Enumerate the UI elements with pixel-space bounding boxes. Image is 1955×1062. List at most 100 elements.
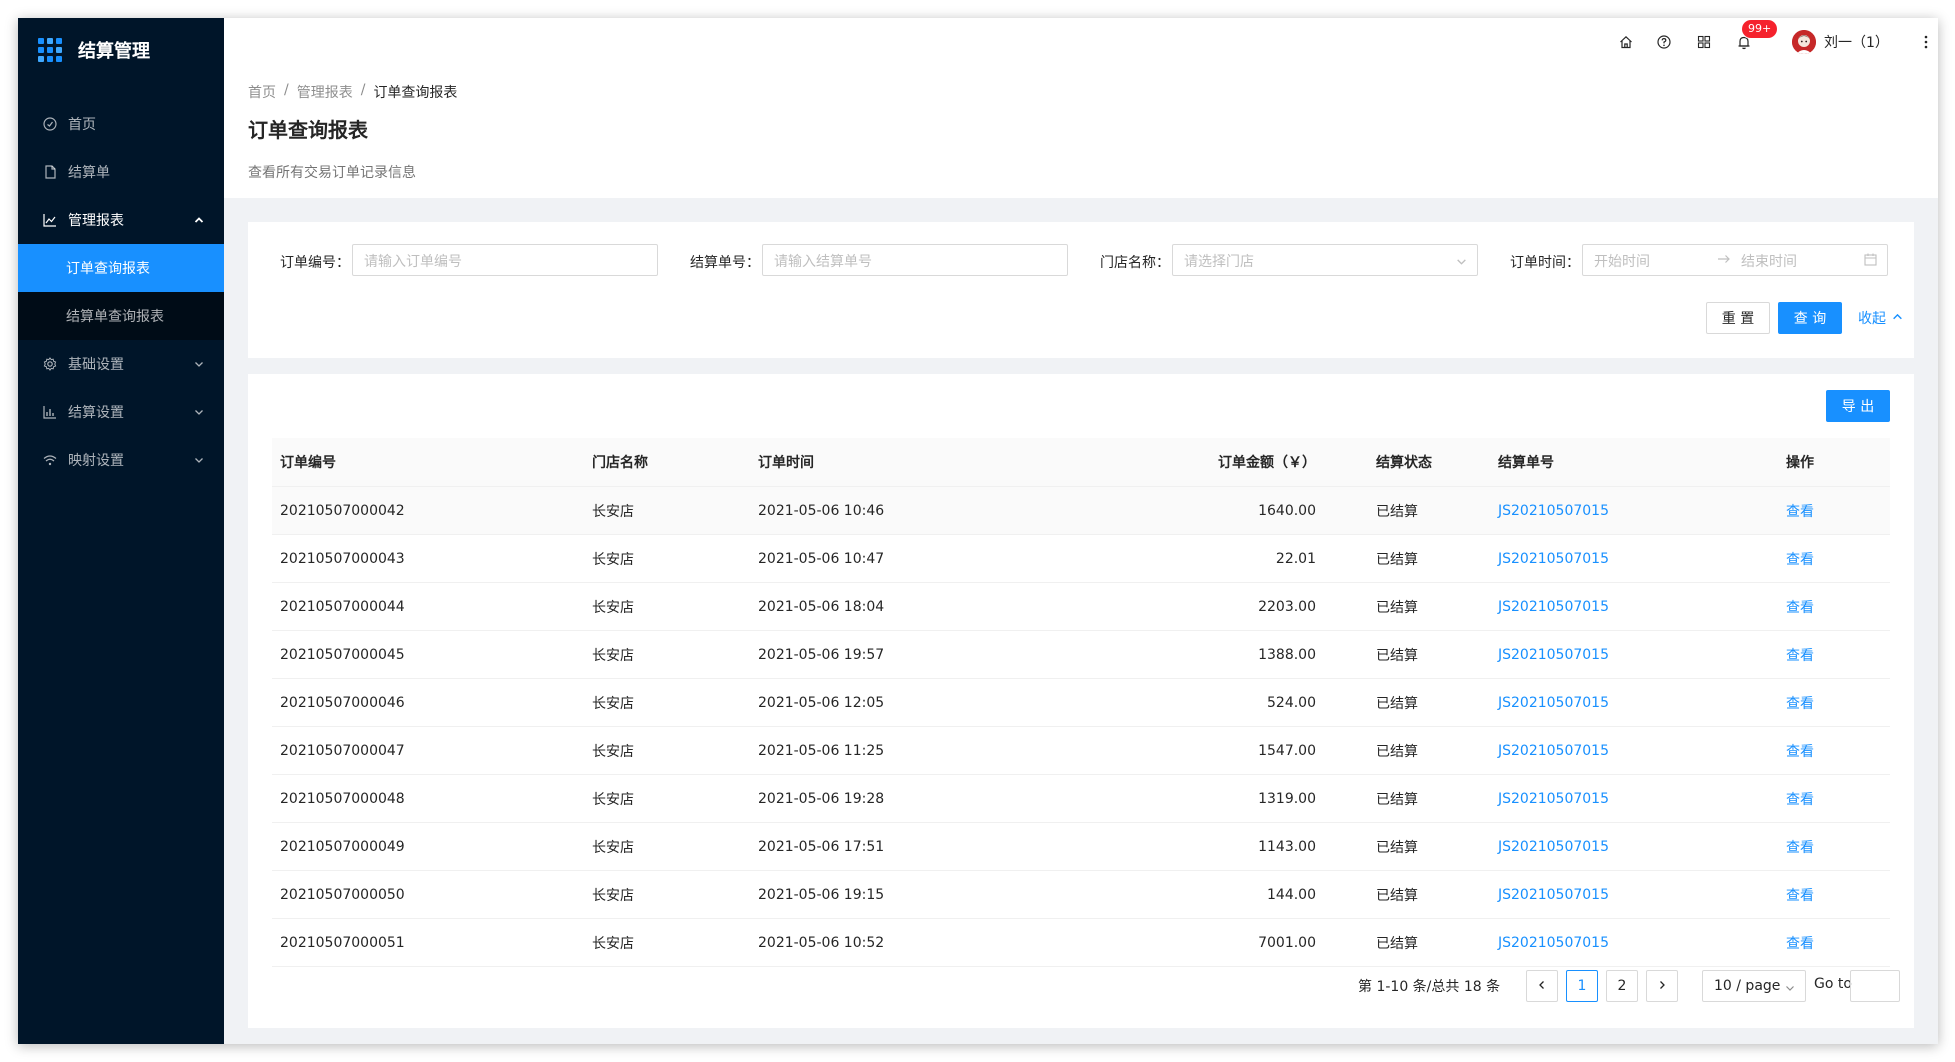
sidebar-item-label: 结算单查询报表 (66, 309, 164, 325)
view-link[interactable]: 查看 (1778, 501, 1890, 521)
goto-input[interactable] (1850, 970, 1900, 1002)
apps-icon[interactable] (1694, 32, 1714, 52)
settle-no-link[interactable]: JS20210507015 (1490, 599, 1778, 615)
sidebar-item-settle-settings[interactable]: 结算设置 (18, 388, 224, 436)
sidebar-menu: 首页 结算单 管理报表 订单查询报表 结算单查询报表 基础设置 结算设置 映射设… (18, 100, 224, 484)
order-time-cell: 2021-05-06 19:57 (758, 646, 885, 663)
sidebar-item-settlement[interactable]: 结算单 (18, 148, 224, 196)
sidebar-item-order-report[interactable]: 订单查询报表 (18, 244, 224, 292)
order-no-cell: 20210507000048 (280, 790, 405, 807)
page-button[interactable]: 1 (1566, 970, 1598, 1002)
settle-no-link[interactable]: JS20210507015 (1490, 887, 1778, 903)
line-chart-icon (42, 212, 58, 228)
order-no-placeholder: 请输入订单编号 (364, 254, 462, 270)
sidebar-item-mapping-settings[interactable]: 映射设置 (18, 436, 224, 484)
next-page-button[interactable] (1646, 970, 1678, 1002)
amount-cell: 1388.00 (1258, 646, 1316, 663)
view-link[interactable]: 查看 (1778, 693, 1890, 713)
settle-no-placeholder: 请输入结算单号 (774, 254, 872, 270)
user-name[interactable]: 刘一（1） (1824, 32, 1889, 52)
column-header: 操作 (1786, 455, 1814, 471)
collapse-link[interactable]: 收起 (1858, 308, 1903, 328)
settle-no-link[interactable]: JS20210507015 (1490, 695, 1778, 711)
store-cell: 长安店 (592, 935, 634, 952)
prev-page-button[interactable] (1526, 970, 1558, 1002)
reports-submenu: 订单查询报表 结算单查询报表 (18, 244, 224, 340)
app-title: 结算管理 (78, 41, 150, 62)
view-link[interactable]: 查看 (1778, 885, 1890, 905)
chevron-down-icon (1456, 255, 1467, 271)
order-time-cell: 2021-05-06 18:04 (758, 598, 885, 615)
filter-form: 订单编号： 请输入订单编号 结算单号： 请输入结算单号 门店名称： 请选择门店 … (248, 222, 1914, 358)
amount-cell: 22.01 (1275, 550, 1316, 567)
sidebar-item-settlement-report[interactable]: 结算单查询报表 (18, 292, 224, 340)
settle-no-link[interactable]: JS20210507015 (1490, 503, 1778, 519)
view-link[interactable]: 查看 (1778, 933, 1890, 953)
view-link[interactable]: 查看 (1778, 645, 1890, 665)
wifi-icon (42, 452, 58, 468)
store-select[interactable]: 请选择门店 (1172, 244, 1478, 276)
sidebar-item-reports[interactable]: 管理报表 (18, 196, 224, 244)
export-button[interactable]: 导 出 (1826, 390, 1890, 422)
view-link[interactable]: 查看 (1778, 597, 1890, 617)
order-time-cell: 2021-05-06 12:05 (758, 694, 885, 711)
settle-no-link[interactable]: JS20210507015 (1490, 743, 1778, 759)
settle-no-link[interactable]: JS20210507015 (1490, 551, 1778, 567)
sidebar-item-basic-settings[interactable]: 基础设置 (18, 340, 224, 388)
chevron-down-icon (194, 405, 204, 421)
order-no-cell: 20210507000042 (280, 502, 405, 519)
breadcrumb-home[interactable]: 首页 (248, 82, 276, 102)
status-cell: 已结算 (1376, 503, 1418, 520)
more-vertical-icon[interactable] (1916, 32, 1936, 52)
store-cell: 长安店 (592, 551, 634, 568)
table-row: 20210507000046 长安店 2021-05-06 12:05 524.… (272, 679, 1890, 727)
help-icon[interactable] (1654, 32, 1674, 52)
store-cell: 长安店 (592, 647, 634, 664)
view-link[interactable]: 查看 (1778, 789, 1890, 809)
status-cell: 已结算 (1376, 887, 1418, 904)
view-link[interactable]: 查看 (1778, 837, 1890, 857)
dashboard-icon (42, 116, 58, 132)
apps-grid-icon (38, 38, 62, 62)
notification-badge: 99+ (1742, 20, 1778, 38)
order-no-input[interactable]: 请输入订单编号 (352, 244, 658, 276)
settle-no-link[interactable]: JS20210507015 (1490, 791, 1778, 807)
view-link[interactable]: 查看 (1778, 741, 1890, 761)
status-cell: 已结算 (1376, 695, 1418, 712)
table-header: 订单编号 门店名称 订单时间 订单金额（￥） 结算状态 结算单号 操作 (272, 438, 1890, 487)
chevron-left-icon (1537, 978, 1547, 994)
pagination: 第 1-10 条/总共 18 条 1 2 10 / page Go to (248, 970, 1914, 1002)
app-logo[interactable]: 结算管理 (38, 32, 150, 68)
breadcrumb-reports[interactable]: 管理报表 (297, 82, 353, 102)
order-time-cell: 2021-05-06 11:25 (758, 742, 885, 759)
settle-no-input[interactable]: 请输入结算单号 (762, 244, 1068, 276)
store-cell: 长安店 (592, 743, 634, 760)
search-button[interactable]: 查 询 (1778, 302, 1842, 334)
sidebar-item-home[interactable]: 首页 (18, 100, 224, 148)
time-range-picker[interactable]: 开始时间 结束时间 (1582, 244, 1888, 276)
store-cell: 长安店 (592, 887, 634, 904)
settle-no-link[interactable]: JS20210507015 (1490, 935, 1778, 951)
page-size-select[interactable]: 10 / page (1702, 970, 1806, 1002)
amount-cell: 524.00 (1267, 694, 1316, 711)
settle-no-link[interactable]: JS20210507015 (1490, 839, 1778, 855)
reset-button[interactable]: 重 置 (1706, 302, 1770, 334)
store-cell: 长安店 (592, 839, 634, 856)
page-title: 订单查询报表 (248, 118, 368, 142)
status-cell: 已结算 (1376, 743, 1418, 760)
breadcrumb-separator: / (284, 82, 289, 98)
table-row: 20210507000043 长安店 2021-05-06 10:47 22.0… (272, 535, 1890, 583)
order-no-cell: 20210507000050 (280, 886, 405, 903)
store-cell: 长安店 (592, 599, 634, 616)
sidebar-item-label: 基础设置 (68, 357, 124, 373)
settle-no-link[interactable]: JS20210507015 (1490, 647, 1778, 663)
column-header: 订单时间 (758, 455, 814, 471)
start-time-placeholder: 开始时间 (1594, 254, 1650, 270)
page-button[interactable]: 2 (1606, 970, 1638, 1002)
page-size-value: 10 / page (1714, 978, 1781, 994)
view-link[interactable]: 查看 (1778, 549, 1890, 569)
chevron-down-icon (194, 357, 204, 373)
avatar[interactable] (1792, 30, 1816, 54)
chevron-up-icon (1892, 310, 1903, 326)
home-icon[interactable] (1616, 32, 1636, 52)
